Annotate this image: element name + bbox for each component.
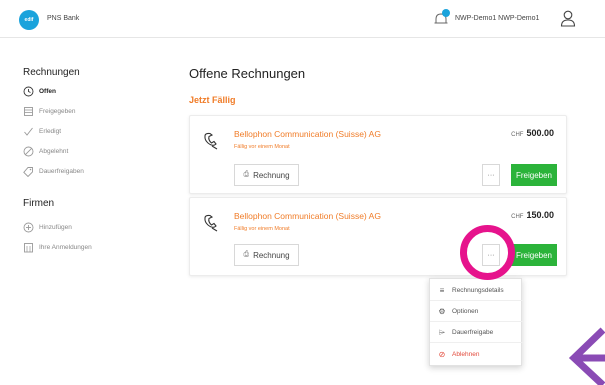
sidebar-item-dauerfreigaben[interactable]: Dauerfreigaben (23, 164, 84, 178)
arrow-annotation-icon (568, 327, 605, 385)
invoice-amount: CHF 500.00 (511, 128, 554, 138)
invoice-company[interactable]: Bellophon Communication (Suisse) AG (234, 129, 381, 139)
bank-name: PNS Bank (47, 15, 80, 22)
inbox-icon (24, 106, 33, 116)
view-invoice-label: Rechnung (253, 250, 290, 260)
sidebar-item-erledigt[interactable]: Erledigt (23, 124, 61, 138)
sidebar-item-abgelehnt[interactable]: Abgelehnt (23, 144, 68, 158)
ban-icon (23, 146, 34, 156)
invoice-due-status: Fällig vor einem Monat (234, 226, 290, 232)
invoice-document-icon: ⎙ (243, 251, 250, 258)
options-dropdown-menu: ≡ Rechnungsdetails ⚙ Optionen ⌲ Dauerfre… (429, 278, 523, 366)
sidebar-item-label: Offen (39, 87, 56, 95)
invoice-company[interactable]: Bellophon Communication (Suisse) AG (234, 211, 381, 221)
tag-icon (23, 166, 33, 177)
sidebar-item-anmeldungen[interactable]: Ihre Anmeldungen (23, 240, 92, 254)
sidebar-item-label: Abgelehnt (39, 147, 69, 155)
list-icon: ≡ (439, 286, 445, 295)
user-icon[interactable] (560, 10, 576, 27)
invoice-amount-value: 500.00 (526, 128, 554, 138)
plus-circle-icon (23, 222, 34, 232)
sidebar-item-hinzufuegen[interactable]: Hinzufügen (23, 220, 72, 234)
bank-logo[interactable]: edif (19, 10, 39, 30)
menu-item-label: Optionen (452, 308, 479, 315)
user-name[interactable]: NWP-Demo1 NWP-Demo1 (455, 15, 539, 22)
notification-badge (442, 9, 450, 17)
telephone-logo-icon (204, 132, 218, 150)
top-bar: edif PNS Bank NWP-Demo1 NWP-Demo1 (0, 0, 605, 38)
approve-button[interactable]: Freigeben (511, 244, 557, 266)
building-icon (24, 242, 33, 252)
sidebar-item-label: Erledigt (39, 127, 62, 135)
invoice-card: Bellophon Communication (Suisse) AG Fäll… (189, 115, 567, 194)
menu-item-rechnungsdetails[interactable]: ≡ Rechnungsdetails (430, 281, 523, 301)
sidebar-item-label: Dauerfreigaben (39, 167, 84, 175)
sidebar-item-label: Hinzufügen (39, 223, 72, 231)
sidebar-item-offen[interactable]: Offen (23, 84, 56, 98)
view-invoice-label: Rechnung (253, 170, 290, 180)
menu-item-label: Ablehnen (452, 350, 480, 358)
menu-item-optionen[interactable]: ⚙ Optionen (430, 302, 523, 322)
more-options-button[interactable]: ··· (482, 164, 500, 186)
check-icon (24, 127, 33, 136)
telephone-logo-icon (204, 214, 218, 232)
sidebar-section-firmen: Firmen (23, 198, 55, 209)
sidebar-section-rechnungen: Rechnungen (23, 67, 80, 78)
highlight-ring-annotation (460, 225, 515, 280)
section-title-due-now: Jetzt Fällig (189, 95, 236, 105)
menu-item-label: Dauerfreigabe (452, 329, 494, 336)
invoice-document-icon: ⎙ (243, 171, 250, 178)
clock-icon (23, 86, 34, 96)
gear-icon: ⚙ (438, 307, 446, 316)
sidebar-item-freigegeben[interactable]: Freigegeben (23, 104, 76, 118)
view-invoice-button[interactable]: ⎙ Rechnung (234, 164, 299, 186)
menu-item-dauerfreigabe[interactable]: ⌲ Dauerfreigabe (430, 323, 523, 343)
invoice-currency: CHF (511, 214, 524, 220)
view-invoice-button[interactable]: ⎙ Rechnung (234, 244, 299, 266)
sidebar-item-label: Ihre Anmeldungen (39, 243, 92, 251)
logo-text: edif (24, 17, 34, 23)
tag-icon: ⌲ (438, 327, 446, 337)
invoice-amount: CHF 150.00 (511, 210, 554, 220)
page-title: Offene Rechnungen (189, 66, 306, 81)
menu-item-label: Rechnungsdetails (452, 287, 504, 294)
menu-item-ablehnen[interactable]: ⊘ Ablehnen (430, 344, 523, 364)
approve-button[interactable]: Freigeben (511, 164, 557, 186)
invoice-currency: CHF (511, 132, 524, 138)
sidebar-item-label: Freigegeben (39, 107, 76, 115)
ban-icon: ⊘ (438, 349, 446, 359)
invoice-amount-value: 150.00 (526, 210, 554, 220)
invoice-due-status: Fällig vor einem Monat (234, 144, 290, 150)
